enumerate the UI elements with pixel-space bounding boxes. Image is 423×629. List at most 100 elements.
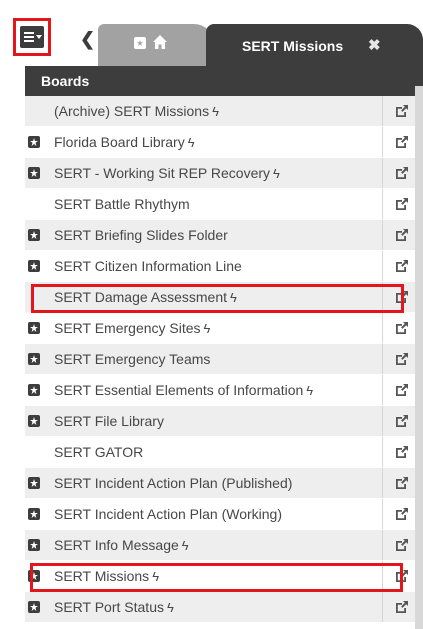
board-item-text: SERT GATOR bbox=[54, 444, 144, 460]
board-icon bbox=[28, 601, 40, 613]
board-item-label: SERT Info Message ϟ bbox=[54, 537, 189, 553]
board-item-text: (Archive) SERT Missions bbox=[54, 103, 210, 119]
board-item-label: SERT Briefing Slides Folder bbox=[54, 227, 228, 243]
open-in-new-icon bbox=[396, 167, 408, 179]
lightning-bolt-icon: ϟ bbox=[181, 538, 189, 553]
board-item-label: SERT Damage Assessment ϟ bbox=[54, 289, 237, 305]
board-item-text: SERT Missions bbox=[54, 568, 150, 584]
open-in-new-icon bbox=[396, 508, 408, 520]
board-list-item[interactable]: SERT Emergency Teams bbox=[25, 344, 423, 375]
lightning-bolt-icon: ϟ bbox=[306, 383, 314, 398]
board-icon bbox=[28, 415, 40, 427]
board-icon bbox=[28, 570, 40, 582]
close-tab-icon[interactable]: ✖ bbox=[368, 36, 381, 54]
board-icon bbox=[28, 167, 40, 179]
open-in-new-icon bbox=[396, 477, 408, 489]
lightning-bolt-icon: ϟ bbox=[273, 166, 280, 181]
board-item-text: SERT Citizen Information Line bbox=[54, 258, 242, 274]
open-in-new-icon bbox=[396, 291, 408, 303]
board-list-item[interactable]: SERT Incident Action Plan (Working) bbox=[25, 499, 423, 530]
board-icon bbox=[28, 229, 40, 241]
board-item-label: SERT Emergency Teams bbox=[54, 351, 210, 367]
board-item-label: SERT Battle Rhythym bbox=[54, 196, 190, 212]
board-item-text: SERT Damage Assessment bbox=[54, 289, 228, 305]
board-item-label: SERT Missions ϟ bbox=[54, 568, 159, 584]
lightning-bolt-icon: ϟ bbox=[212, 104, 219, 119]
tab-label: SERT Missions bbox=[242, 38, 344, 54]
open-in-new-icon bbox=[396, 260, 408, 272]
open-in-new-icon bbox=[396, 415, 408, 427]
board-list-item[interactable]: SERT GATOR bbox=[25, 437, 423, 468]
board-item-text: SERT Battle Rhythym bbox=[54, 196, 190, 212]
board-icon bbox=[28, 477, 40, 489]
open-in-new-icon bbox=[396, 353, 408, 365]
board-icon bbox=[28, 353, 40, 365]
board-list-item[interactable]: SERT Info Message ϟ bbox=[25, 530, 423, 561]
board-icon bbox=[28, 322, 40, 334]
tab-sert-missions[interactable]: SERT Missions ✖ bbox=[206, 24, 423, 66]
lightning-bolt-icon: ϟ bbox=[187, 135, 195, 150]
board-list-item[interactable]: SERT - Working Sit REP Recovery ϟ bbox=[25, 158, 423, 189]
open-in-new-icon bbox=[396, 384, 408, 396]
panel-title: Boards bbox=[41, 73, 90, 89]
open-in-new-icon bbox=[396, 601, 408, 613]
board-item-text: SERT Incident Action Plan (Working) bbox=[54, 506, 282, 522]
menu-button[interactable] bbox=[13, 18, 51, 56]
home-icon bbox=[153, 35, 167, 49]
board-item-label: SERT Emergency Sites ϟ bbox=[54, 320, 210, 336]
board-item-text: Florida Board Library bbox=[54, 134, 185, 150]
board-item-text: SERT File Library bbox=[54, 413, 164, 429]
board-item-label: SERT Incident Action Plan (Working) bbox=[54, 506, 282, 522]
open-in-new-icon bbox=[396, 136, 408, 148]
lightning-bolt-icon: ϟ bbox=[203, 321, 211, 336]
board-icon bbox=[28, 260, 40, 272]
board-item-label: Florida Board Library ϟ bbox=[54, 134, 195, 150]
board-icon bbox=[28, 508, 40, 520]
board-list-item[interactable]: SERT File Library bbox=[25, 406, 423, 437]
open-in-new-icon bbox=[396, 198, 408, 210]
toolbar: ❮ SERT Missions ✖ bbox=[0, 0, 423, 66]
board-list-item[interactable]: SERT Missions ϟ bbox=[25, 561, 423, 592]
open-in-new-icon bbox=[396, 539, 408, 551]
board-item-label: SERT GATOR bbox=[54, 444, 143, 460]
board-list-item[interactable]: SERT Citizen Information Line bbox=[25, 251, 423, 282]
open-in-new-icon bbox=[396, 322, 408, 334]
board-list-item[interactable]: SERT Battle Rhythym bbox=[25, 189, 423, 220]
board-item-text: SERT - Working Sit REP Recovery bbox=[54, 165, 271, 181]
board-icon bbox=[28, 384, 40, 396]
board-item-text: SERT Emergency Teams bbox=[54, 351, 211, 367]
board-item-label: SERT Citizen Information Line bbox=[54, 258, 242, 274]
board-item-text: SERT Incident Action Plan (Published) bbox=[54, 475, 293, 491]
board-list: (Archive) SERT Missions ϟ Florida Board Li… bbox=[25, 96, 423, 623]
board-item-text: SERT Essential Elements of Information bbox=[54, 382, 304, 398]
board-item-label: SERT Incident Action Plan (Published) bbox=[54, 475, 292, 491]
board-list-item[interactable]: SERT Incident Action Plan (Published) bbox=[25, 468, 423, 499]
board-list-item[interactable]: SERT Port Status ϟ bbox=[25, 592, 423, 623]
board-icon bbox=[134, 37, 146, 49]
board-list-item[interactable]: SERT Essential Elements of Information ϟ bbox=[25, 375, 423, 406]
hamburger-menu-icon bbox=[20, 26, 44, 48]
board-item-text: SERT Port Status bbox=[54, 599, 164, 615]
board-item-label: SERT Port Status ϟ bbox=[54, 599, 174, 615]
board-list-item[interactable]: SERT Damage Assessment ϟ bbox=[25, 282, 423, 313]
open-in-new-icon bbox=[396, 570, 408, 582]
board-item-label: SERT File Library bbox=[54, 413, 164, 429]
board-item-text: SERT Info Message bbox=[54, 537, 179, 553]
board-icon bbox=[28, 136, 40, 148]
board-item-text: SERT Briefing Slides Folder bbox=[54, 227, 228, 243]
open-in-new-icon bbox=[396, 105, 408, 117]
boards-header: Boards bbox=[25, 66, 423, 96]
lightning-bolt-icon: ϟ bbox=[230, 290, 237, 305]
lightning-bolt-icon: ϟ bbox=[152, 569, 160, 584]
board-list-item[interactable]: Florida Board Library ϟ bbox=[25, 127, 423, 158]
board-list-item[interactable]: (Archive) SERT Missions ϟ bbox=[25, 96, 423, 127]
tab-home[interactable] bbox=[98, 24, 214, 66]
board-item-text: SERT Emergency Sites bbox=[54, 320, 201, 336]
board-icon bbox=[28, 539, 40, 551]
board-list-item[interactable]: SERT Briefing Slides Folder bbox=[25, 220, 423, 251]
board-list-item[interactable]: SERT Emergency Sites ϟ bbox=[25, 313, 423, 344]
chevron-left-icon[interactable]: ❮ bbox=[80, 30, 95, 48]
scrollbar[interactable] bbox=[415, 86, 423, 629]
board-item-label: SERT - Working Sit REP Recovery ϟ bbox=[54, 165, 280, 181]
board-item-label: (Archive) SERT Missions ϟ bbox=[54, 103, 219, 119]
